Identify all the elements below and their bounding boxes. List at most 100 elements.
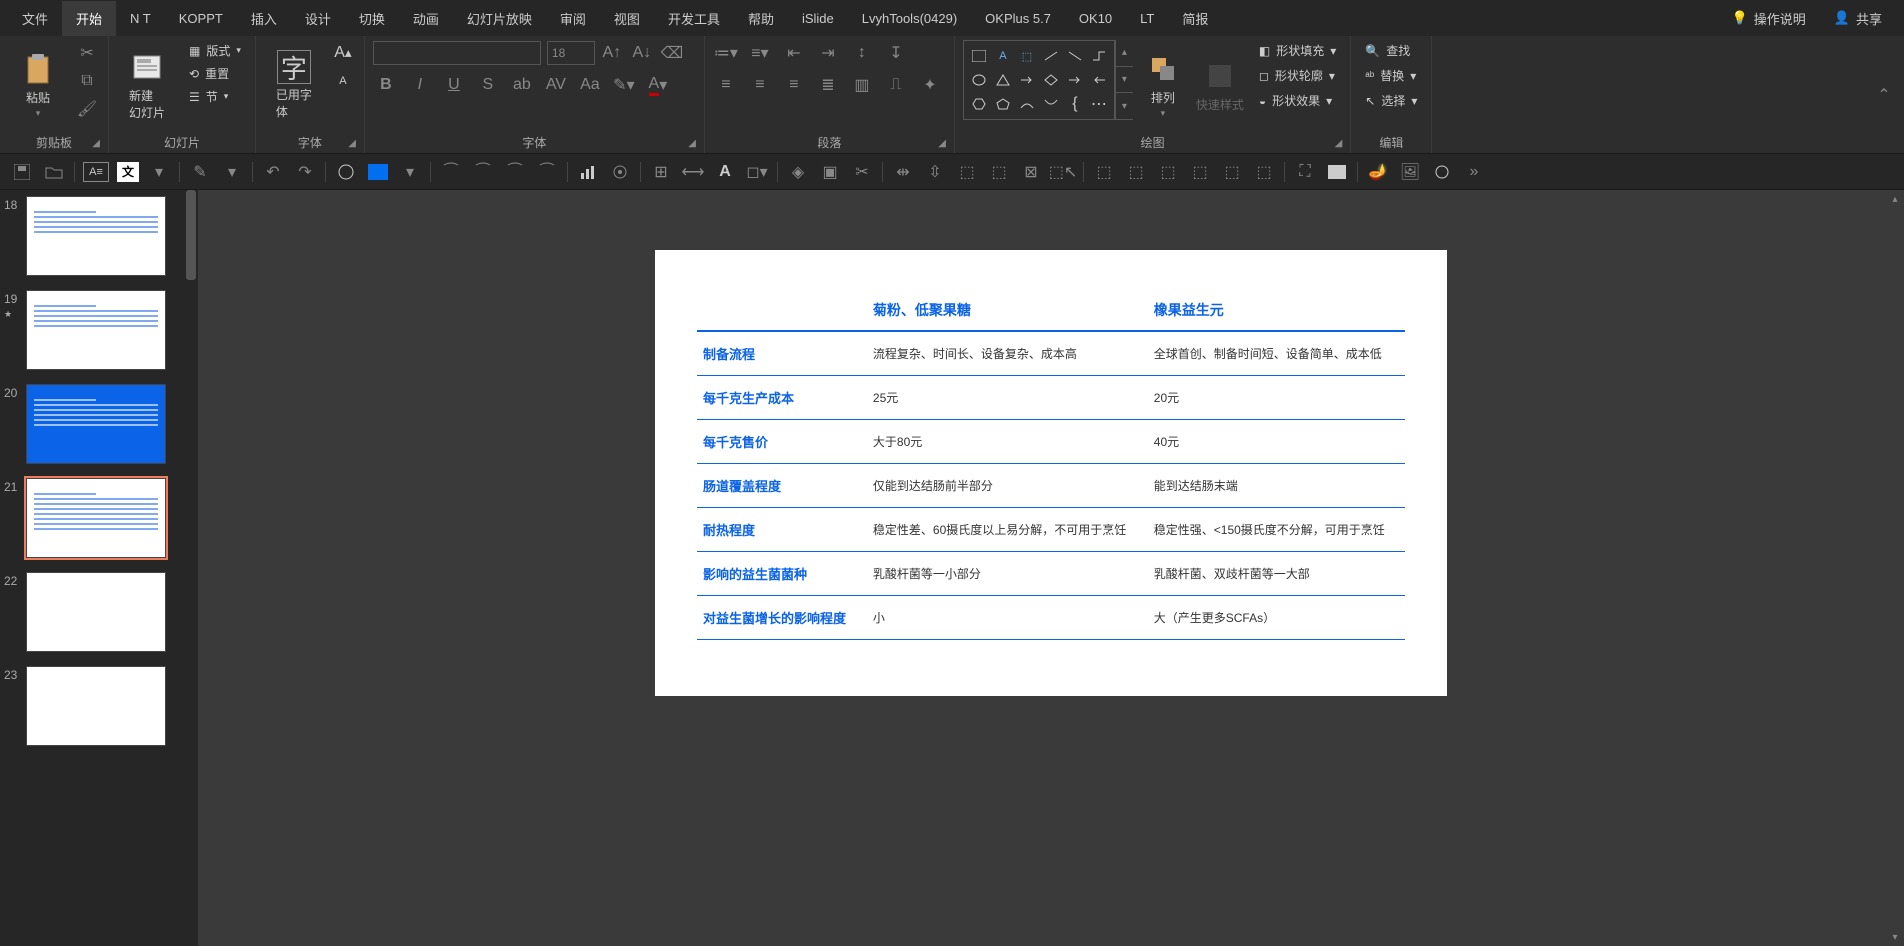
align-justify-button[interactable]: ≣ bbox=[815, 72, 841, 98]
qat-circle-button[interactable] bbox=[334, 160, 358, 184]
shape-oval-icon[interactable] bbox=[968, 69, 990, 91]
qat-select-button[interactable]: ⬚↖ bbox=[1051, 160, 1075, 184]
slide-thumbnails-panel[interactable]: 18 19★ 20 21 22 23 bbox=[0, 190, 198, 946]
qat-eyedrop2-button[interactable]: ⁀ bbox=[471, 160, 495, 184]
numbering-button[interactable]: ≡▾ bbox=[747, 40, 773, 66]
qat-dropdown1[interactable]: ▾ bbox=[147, 160, 171, 184]
menu-insert[interactable]: 插入 bbox=[237, 1, 291, 36]
menu-ok10[interactable]: OK10 bbox=[1065, 3, 1126, 34]
scroll-up-icon[interactable]: ▴ bbox=[1886, 190, 1904, 208]
thumbnail-23[interactable]: 23 bbox=[2, 666, 196, 746]
shape-hexagon-icon[interactable] bbox=[968, 93, 990, 115]
launcher-icon[interactable]: ◢ bbox=[348, 138, 356, 149]
shape-triangle-icon[interactable] bbox=[992, 69, 1014, 91]
bold-button[interactable]: B bbox=[373, 72, 399, 98]
qat-layer-button[interactable]: ◈ bbox=[786, 160, 810, 184]
italic-button[interactable]: I bbox=[407, 72, 433, 98]
shape-curve2-icon[interactable] bbox=[1040, 93, 1062, 115]
menu-animation[interactable]: 动画 bbox=[399, 1, 453, 36]
menu-devtools[interactable]: 开发工具 bbox=[654, 1, 734, 36]
qat-g4-button[interactable]: ⬚ bbox=[1188, 160, 1212, 184]
bullets-button[interactable]: ≔▾ bbox=[713, 40, 739, 66]
arrange-button[interactable]: 排列▾ bbox=[1139, 40, 1187, 130]
shape-arrow-icon[interactable] bbox=[1016, 69, 1038, 91]
qat-g3-button[interactable]: ⬚ bbox=[1156, 160, 1180, 184]
qat-chart-button[interactable] bbox=[576, 160, 600, 184]
align-left-button[interactable]: ≡ bbox=[713, 72, 739, 98]
indent-left-button[interactable]: ⇤ bbox=[781, 40, 807, 66]
shape-outline-button[interactable]: ◻形状轮廓 ▾ bbox=[1253, 65, 1342, 86]
highlight-button[interactable]: ✎▾ bbox=[611, 72, 637, 98]
shape-bracket-icon[interactable]: { bbox=[1064, 93, 1086, 115]
menu-slideshow[interactable]: 幻灯片放映 bbox=[453, 1, 546, 36]
thumbnail-22[interactable]: 22 bbox=[2, 572, 196, 652]
qat-rect-button[interactable] bbox=[1325, 160, 1349, 184]
qat-color-button[interactable] bbox=[366, 160, 390, 184]
columns-button[interactable]: ▥ bbox=[849, 72, 875, 98]
launcher-icon[interactable]: ◢ bbox=[1335, 138, 1343, 149]
menu-design[interactable]: 设计 bbox=[291, 1, 345, 36]
qat-g5-button[interactable]: ⬚ bbox=[1220, 160, 1244, 184]
qat-dropdown2[interactable]: ▾ bbox=[220, 160, 244, 184]
shape-gallery-scroll[interactable]: ▴▾▾ bbox=[1115, 40, 1133, 120]
menu-nt[interactable]: N T bbox=[116, 3, 165, 34]
section-button[interactable]: ☰节▾ bbox=[183, 86, 247, 107]
new-slide-button[interactable]: 新建 幻灯片 bbox=[117, 40, 177, 130]
shape-pentagon-icon[interactable] bbox=[992, 93, 1014, 115]
format-painter-button[interactable]: 🖌 bbox=[74, 96, 100, 122]
indent-right-button[interactable]: ⇥ bbox=[815, 40, 841, 66]
qat-undo-button[interactable]: ↶ bbox=[261, 160, 285, 184]
qat-outline-circle-button[interactable] bbox=[1430, 160, 1454, 184]
qat-lamp-button[interactable]: 🪔 bbox=[1366, 160, 1390, 184]
qat-close-button[interactable]: ⊠ bbox=[1019, 160, 1043, 184]
replace-button[interactable]: ᵃᵇ替换 ▾ bbox=[1359, 65, 1423, 86]
line-space-button[interactable]: ↕ bbox=[849, 40, 875, 66]
launcher-icon[interactable]: ◢ bbox=[938, 138, 946, 149]
slide-canvas-area[interactable]: 菊粉、低聚果糖 橡果益生元 制备流程流程复杂、时间长、设备复杂、成本高全球首创、… bbox=[198, 190, 1904, 946]
thumbnail-19[interactable]: 19★ bbox=[2, 290, 196, 370]
menu-home[interactable]: 开始 bbox=[62, 1, 116, 36]
menu-islide[interactable]: iSlide bbox=[788, 3, 848, 34]
launcher-icon[interactable]: ◢ bbox=[688, 138, 696, 149]
help-tell-me[interactable]: 💡 操作说明 bbox=[1718, 1, 1820, 36]
menu-okplus[interactable]: OKPlus 5.7 bbox=[971, 3, 1065, 34]
used-font-button[interactable]: 字 已用字 体 bbox=[264, 40, 324, 130]
thumbnail-20[interactable]: 20 bbox=[2, 384, 196, 464]
underline-button[interactable]: U bbox=[441, 72, 467, 98]
thumbnail-18[interactable]: 18 bbox=[2, 196, 196, 276]
cut-button[interactable]: ✂ bbox=[74, 40, 100, 66]
font-color-button[interactable]: A▾ bbox=[645, 72, 671, 98]
shadow-button[interactable]: ab bbox=[509, 72, 535, 98]
qat-callout-button[interactable]: ◻▾ bbox=[745, 160, 769, 184]
qat-grid-button[interactable]: ⊞ bbox=[649, 160, 673, 184]
scroll-down-icon[interactable]: ▾ bbox=[1886, 928, 1904, 946]
shape-connector-icon[interactable] bbox=[1088, 45, 1110, 67]
qat-g6-button[interactable]: ⬚ bbox=[1252, 160, 1276, 184]
menu-brief[interactable]: 简报 bbox=[1168, 1, 1222, 36]
shape-curve-icon[interactable] bbox=[1016, 93, 1038, 115]
qat-a-button[interactable]: A bbox=[713, 160, 737, 184]
qat-fit-button[interactable]: ⛶ bbox=[1293, 160, 1317, 184]
menu-view[interactable]: 视图 bbox=[600, 1, 654, 36]
qat-dist-v-button[interactable]: ⇳ bbox=[923, 160, 947, 184]
shape-fill-button[interactable]: ◧形状填充 ▾ bbox=[1253, 40, 1342, 61]
spacing-button[interactable]: AV bbox=[543, 72, 569, 98]
qat-eyedrop-button[interactable]: ⁀ bbox=[439, 160, 463, 184]
canvas-vertical-scrollbar[interactable]: ▴ ▾ bbox=[1886, 190, 1904, 946]
qat-redo-button[interactable]: ↷ bbox=[293, 160, 317, 184]
shape-line2-icon[interactable] bbox=[1064, 45, 1086, 67]
font-size-input[interactable]: 18 bbox=[547, 41, 595, 65]
qat-align-l-button[interactable]: ⬚ bbox=[955, 160, 979, 184]
align-vert-button[interactable]: ⎍ bbox=[883, 72, 909, 98]
menu-review[interactable]: 审阅 bbox=[546, 1, 600, 36]
text-dir-button[interactable]: ↧ bbox=[883, 40, 909, 66]
shape-gallery[interactable]: A ⬚ { ⋯ bbox=[963, 40, 1115, 120]
case-button[interactable]: Aa bbox=[577, 72, 603, 98]
qat-dist-h-button[interactable]: ⇹ bbox=[891, 160, 915, 184]
qat-stack-button[interactable]: ▣ bbox=[818, 160, 842, 184]
quick-style-button[interactable]: 快速样式 bbox=[1193, 40, 1247, 130]
qat-overflow-button[interactable]: » bbox=[1462, 160, 1486, 184]
shape-more-icon[interactable]: ⋯ bbox=[1088, 93, 1110, 115]
thumbnail-21[interactable]: 21 bbox=[2, 478, 196, 558]
qat-target-button[interactable] bbox=[608, 160, 632, 184]
